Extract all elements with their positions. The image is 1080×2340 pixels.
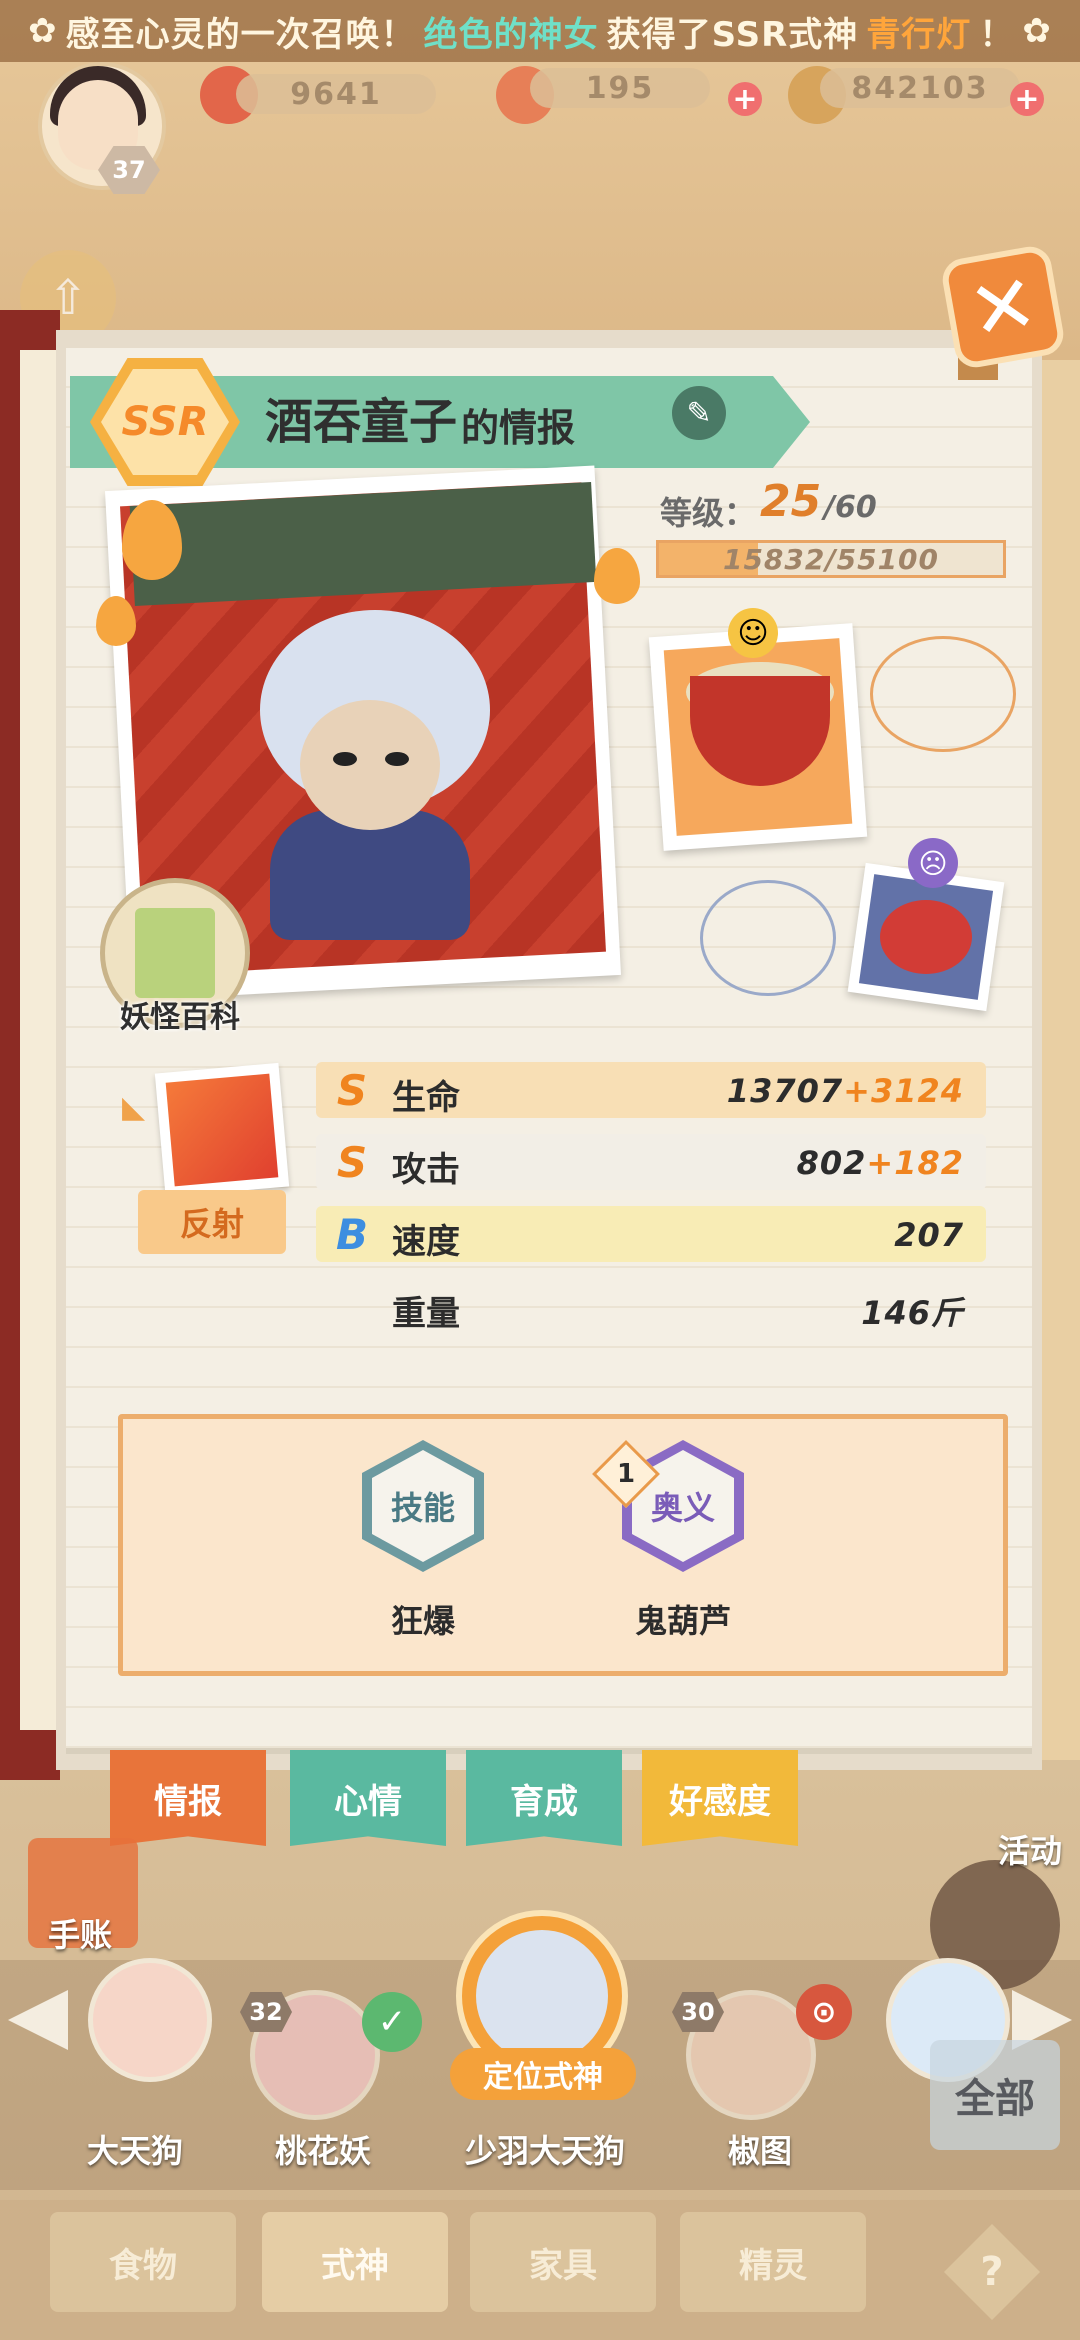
roster-name: 椒图 [727, 2132, 792, 2170]
roster-name: 少羽大天狗 [464, 2132, 625, 2170]
skill-badge-label: 技能 [372, 1450, 474, 1562]
roster-name: 大天狗 [86, 2132, 183, 2170]
stat-name: 速度 [392, 1222, 460, 1262]
sad-doodle [700, 880, 836, 996]
tab-mood[interactable]: 心情 [290, 1750, 446, 1846]
book-icon [135, 908, 215, 998]
stat-name: 重量 [392, 1294, 460, 1334]
currency-3: 842103 [820, 68, 1020, 108]
nav-spirit[interactable]: 精灵 [680, 2212, 866, 2312]
rarity-text: SSR [101, 369, 229, 475]
close-button[interactable]: ✕ [939, 243, 1067, 371]
flower-icon: ✿ [28, 11, 58, 51]
character-face [300, 700, 440, 830]
title-suffix: 的情报 [461, 406, 576, 450]
card-title: 酒吞童子 的情报 [265, 382, 575, 452]
ticker-shikigami: 青行灯 [866, 14, 972, 55]
edit-icon[interactable]: ✎ [672, 386, 726, 440]
nav-food[interactable]: 食物 [50, 2212, 236, 2312]
stat-bonus: +182 [866, 1144, 964, 1182]
flower-icon: ✿ [1022, 11, 1052, 51]
ultimate-name: 鬼葫芦 [634, 1602, 731, 1640]
stat-value: 13707+3124 [727, 1072, 964, 1110]
sad-face-icon: ☹ [908, 838, 958, 888]
character-eye [385, 752, 409, 766]
seal-icon: ⊙ [796, 1984, 852, 2040]
ticker-suffix: ！ [979, 14, 1015, 55]
stat-value: 146斤 [861, 1288, 964, 1334]
roster-avatar[interactable] [88, 1958, 212, 2082]
shikigami-name: 酒吞童子 [265, 394, 458, 450]
skill-name: 狂爆 [390, 1602, 455, 1640]
stat-base: 207 [894, 1216, 964, 1254]
level-max: /60 [824, 490, 877, 525]
happy-doodle [870, 636, 1016, 752]
stat-name: 生命 [392, 1078, 460, 1118]
ticker-middle: 获得了SSR式神 [606, 14, 859, 55]
ticker-player: 绝色的神女 [423, 14, 599, 55]
currency-2: 195 [530, 68, 710, 108]
stat-base: 146斤 [861, 1294, 964, 1332]
disliked-food-soup [880, 900, 972, 974]
stat-name: 攻击 [392, 1150, 460, 1190]
grade-icon: B [335, 1209, 368, 1259]
happy-face-icon: ☺ [728, 608, 778, 658]
exp-text: 15832/55100 [722, 542, 940, 576]
level-label: 等级： [660, 494, 757, 532]
level-value: 25 [760, 476, 822, 527]
tab-info[interactable]: 情报 [110, 1750, 266, 1846]
roster-name: 桃花妖 [274, 2132, 371, 2170]
encyclopedia-label: 妖怪百科 [120, 1000, 240, 1035]
all-filter-button[interactable]: 全部 [930, 2040, 1060, 2150]
tab-training[interactable]: 育成 [466, 1750, 622, 1846]
character-eye [333, 752, 357, 766]
announcement-ticker: ✿ 感至心灵的一次召唤！ 绝色的神女 获得了SSR式神 青行灯 ！ ✿ [0, 0, 1080, 62]
check-icon: ✓ [362, 1992, 422, 2052]
grade-icon: S [336, 1137, 368, 1187]
grade-icon: S [336, 1065, 368, 1115]
nav-shikigami[interactable]: 式神 [262, 2212, 448, 2312]
add-currency-2-button[interactable]: + [728, 82, 762, 117]
ticker-prefix: 感至心灵的一次召唤！ [65, 14, 416, 55]
reflect-trait-icon [165, 1073, 279, 1187]
ultimate-level: 1 [616, 1459, 636, 1489]
roster-level-badge: 32 [240, 1992, 292, 2032]
locate-avatar [476, 1930, 608, 2062]
trait-label: 反射 [138, 1190, 286, 1254]
stat-bonus: +3124 [843, 1072, 964, 1110]
add-currency-3-button[interactable]: + [1010, 82, 1044, 117]
stat-value: 802+182 [797, 1144, 964, 1182]
journal-label: 手账 [47, 1916, 112, 1954]
sparkle-icon: ◣ [122, 1090, 146, 1125]
roster-level-badge: 30 [672, 1992, 724, 2032]
nav-furniture[interactable]: 家具 [470, 2212, 656, 2312]
event-label: 活动 [997, 1832, 1062, 1870]
stat-base: 13707 [726, 1072, 844, 1110]
locate-label: 定位式神 [450, 2048, 636, 2100]
skills-panel [118, 1414, 1008, 1676]
tab-affection[interactable]: 好感度 [642, 1750, 798, 1846]
stat-value: 207 [894, 1216, 964, 1254]
currency-1: 9641 [236, 74, 436, 114]
stat-base: 802 [796, 1144, 867, 1182]
